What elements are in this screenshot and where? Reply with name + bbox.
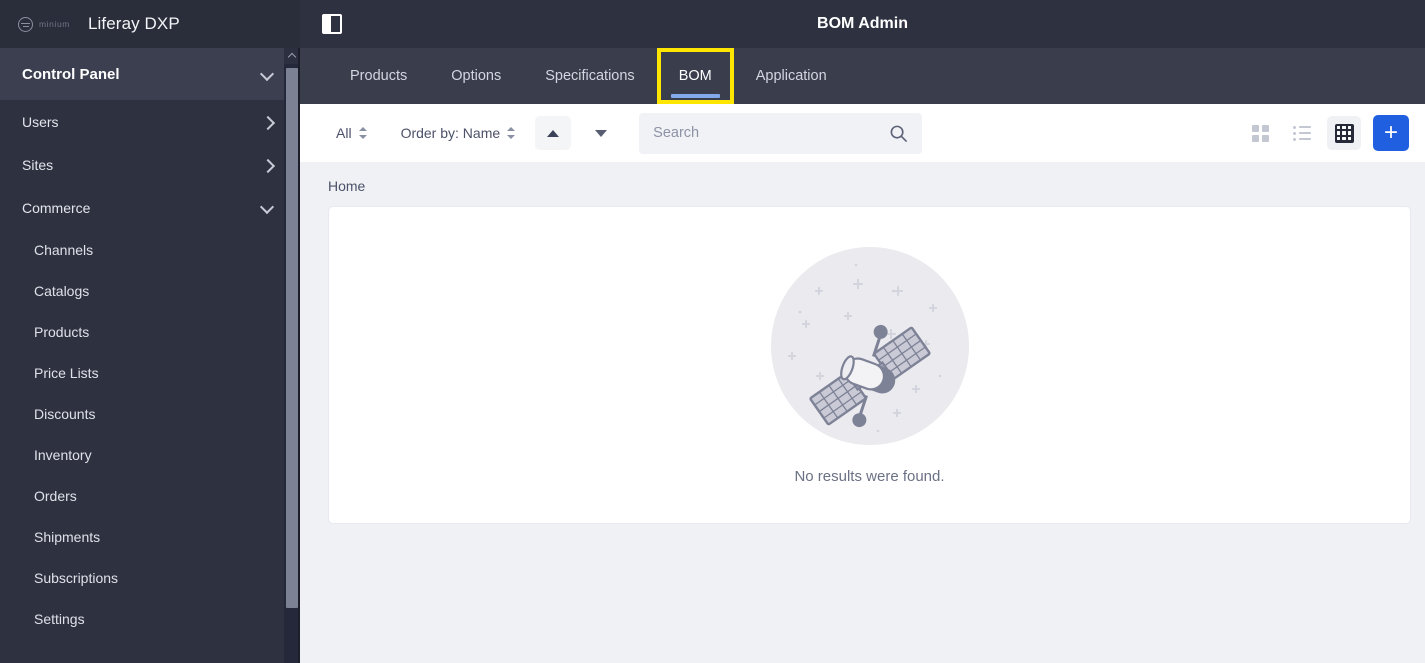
tab-application[interactable]: Application <box>734 48 849 104</box>
sidebar-item-label: Discounts <box>34 405 96 422</box>
topbar: BOM Admin <box>300 0 1425 48</box>
sidebar-item-channels[interactable]: Channels <box>0 229 300 270</box>
table-view-button[interactable] <box>1327 116 1361 150</box>
sidebar-item-label: Price Lists <box>34 364 99 381</box>
tab-active-underline <box>670 94 720 98</box>
chevron-right-icon <box>261 158 274 171</box>
sidebar-item-inventory[interactable]: Inventory <box>0 434 300 475</box>
bullet-list-icon <box>1293 126 1311 141</box>
triangle-up-icon <box>547 129 560 137</box>
tab-label: Products <box>350 68 408 84</box>
sidebar-item-products[interactable]: Products <box>0 311 300 352</box>
chevron-down-icon <box>261 68 274 81</box>
page-title: BOM Admin <box>817 15 908 32</box>
search-icon <box>890 125 908 142</box>
card-view-button[interactable] <box>1243 116 1277 150</box>
chevron-up-icon <box>287 52 297 62</box>
sidebar-item-label: Products <box>34 323 90 340</box>
chevron-right-icon <box>261 115 274 128</box>
sidebar-item-label: Subscriptions <box>34 569 119 586</box>
search-box[interactable] <box>639 112 923 154</box>
sidebar-toggle-icon[interactable] <box>322 14 342 34</box>
sidebar-item-label: Sites <box>22 156 54 173</box>
sidebar-item-price-lists[interactable]: Price Lists <box>0 352 300 393</box>
filter-dropdown[interactable]: All <box>328 119 375 147</box>
sidebar-item-sites[interactable]: Sites <box>0 143 300 186</box>
tab-bom[interactable]: BOM <box>656 48 734 104</box>
sidebar-item-label: Inventory <box>34 446 92 463</box>
triangle-down-icon <box>595 129 608 137</box>
sort-ascending-button[interactable] <box>535 116 572 150</box>
chevron-down-icon <box>261 201 274 214</box>
tab-options[interactable]: Options <box>429 48 523 104</box>
empty-state-message: No results were found. <box>794 467 945 485</box>
sidebar-item-catalogs[interactable]: Catalogs <box>0 270 300 311</box>
sidebar-header: minium Liferay DXP <box>0 0 300 48</box>
add-button[interactable]: + <box>1373 115 1409 151</box>
sidebar-item-label: Orders <box>34 487 77 504</box>
search-input[interactable] <box>653 125 890 141</box>
sidebar-item-commerce[interactable]: Commerce <box>0 186 300 229</box>
minium-circle-icon <box>18 16 33 32</box>
table-grid-icon <box>1334 123 1354 143</box>
tab-label: Application <box>755 68 827 84</box>
sidebar-item-label: Settings <box>34 610 85 627</box>
sidebar-item-label: Control Panel <box>22 65 120 83</box>
tab-specifications[interactable]: Specifications <box>523 48 656 104</box>
sidebar-item-label: Shipments <box>34 528 101 545</box>
toolbar: All Order by: Name Search + <box>300 104 1425 162</box>
brand-title: Liferay DXP <box>88 14 180 33</box>
sidebar-item-orders[interactable]: Orders <box>0 475 300 516</box>
cards-grid-icon <box>1251 124 1269 142</box>
sidebar-nav: Control Panel Users Sites Commerce Chann… <box>0 48 300 639</box>
sidebar-item-subscriptions[interactable]: Subscriptions <box>0 557 300 598</box>
tab-label: Specifications <box>545 68 635 84</box>
list-view-button[interactable] <box>1285 116 1319 150</box>
sidebar-item-shipments[interactable]: Shipments <box>0 516 300 557</box>
toolbar-right-actions: + <box>1243 115 1409 151</box>
caret-updown-icon <box>358 126 367 140</box>
brand-logo[interactable]: minium <box>18 16 70 32</box>
plus-icon: + <box>1383 119 1398 146</box>
app-root: minium Liferay DXP Control Panel Users S… <box>0 0 1425 663</box>
sidebar-item-discounts[interactable]: Discounts <box>0 393 300 434</box>
sidebar: minium Liferay DXP Control Panel Users S… <box>0 0 300 663</box>
sidebar-item-label: Commerce <box>22 199 91 216</box>
scrollbar-thumb[interactable] <box>286 68 298 608</box>
sidebar-item-label: Channels <box>34 241 94 258</box>
sort-descending-button[interactable] <box>583 116 619 150</box>
sidebar-item-users[interactable]: Users <box>0 100 300 143</box>
tab-products[interactable]: Products <box>328 48 429 104</box>
order-by-label: Order by: Name <box>400 125 501 141</box>
satellite-in-space-icon <box>770 246 970 446</box>
breadcrumb: Home <box>300 162 1425 206</box>
breadcrumb-item-home[interactable]: Home <box>328 178 365 194</box>
caret-updown-icon <box>507 126 516 140</box>
main-area: BOM Admin Products Options Specification… <box>300 0 1425 663</box>
filter-label: All <box>336 125 352 141</box>
tabbar: Products Options Specifications BOM Appl… <box>300 48 1425 104</box>
brand-logo-word: minium <box>39 19 70 29</box>
sidebar-item-settings[interactable]: Settings <box>0 598 300 639</box>
order-by-dropdown[interactable]: Order by: Name <box>393 119 524 147</box>
sidebar-item-label: Users <box>22 113 59 130</box>
sidebar-item-control-panel[interactable]: Control Panel <box>0 48 300 100</box>
content-card: No results were found. <box>328 206 1411 524</box>
tab-label: BOM <box>678 68 712 84</box>
tab-label: Options <box>451 68 502 84</box>
sidebar-item-label: Catalogs <box>34 282 90 299</box>
